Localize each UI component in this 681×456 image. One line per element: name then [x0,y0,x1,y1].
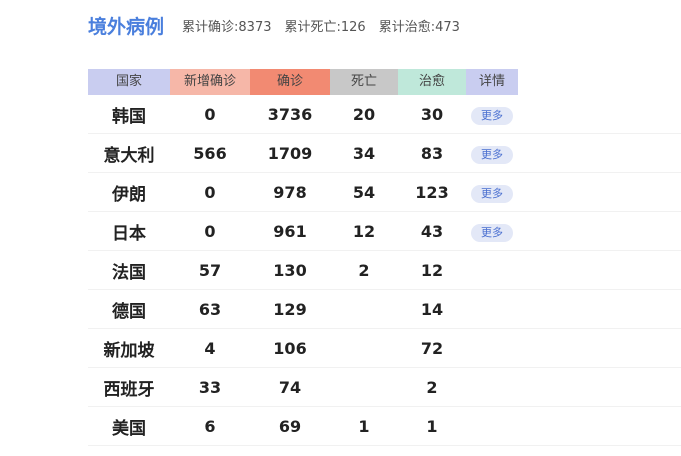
new-confirmed-cell: 6 [204,416,216,436]
country-cell: 伊朗 [112,184,146,205]
deaths-cell: 34 [352,143,376,163]
details-cell: 更多 [466,182,518,203]
overseas-header: 境外病例 累计确诊:8373 累计死亡:126 累计治愈:473 [88,10,473,40]
deaths-cell: 20 [352,104,376,124]
table-row: 法国 57 130 2 12 [88,251,681,290]
confirmed-cell: 1709 [267,143,313,163]
deaths-cell: 12 [352,221,376,241]
more-button[interactable]: 更多 [471,145,513,164]
table-row: 西班牙 33 74 2 [88,368,681,407]
table-row: 美国 6 69 1 1 [88,407,681,446]
table-row: 德国 63 129 14 [88,290,681,329]
country-cell: 新加坡 [103,340,155,361]
stat-label: 累计确诊: [182,19,239,35]
more-button[interactable]: 更多 [471,106,513,125]
country-cell: 日本 [112,223,146,244]
column-header-country: 国家 [88,69,170,95]
new-confirmed-cell: 63 [198,299,222,319]
stat-value: 473 [435,19,460,35]
country-cell: 意大利 [103,145,155,166]
cured-cell: 14 [420,299,444,319]
table-header: 国家 新增确诊 确诊 死亡 治愈 详情 [88,69,681,95]
table-row: 意大利 566 1709 34 83 更多 [88,134,681,173]
stat-label: 累计死亡: [284,19,341,35]
new-confirmed-cell: 0 [204,182,216,202]
new-confirmed-cell: 0 [204,221,216,241]
deaths-cell: 1 [358,416,370,436]
column-header-details: 详情 [466,69,518,95]
confirmed-cell: 3736 [267,104,313,124]
stat-value: 8373 [238,19,272,35]
confirmed-cell: 129 [273,299,307,319]
country-cell: 美国 [112,418,146,439]
table-row: 新加坡 4 106 72 [88,329,681,368]
details-cell: 更多 [466,104,518,125]
confirmed-cell: 961 [273,221,307,241]
cured-cell: 43 [420,221,444,241]
stat-total-cured: 累计治愈:473 [379,16,460,35]
new-confirmed-cell: 33 [198,377,222,397]
country-cell: 西班牙 [103,379,155,400]
new-confirmed-cell: 4 [204,338,216,358]
confirmed-cell: 69 [278,416,302,436]
cured-cell: 2 [426,377,438,397]
more-button[interactable]: 更多 [471,184,513,203]
cured-cell: 123 [415,182,449,202]
stat-total-deaths: 累计死亡:126 [285,16,366,35]
confirmed-cell: 74 [278,377,302,397]
page-title: 境外病例 [88,15,165,38]
table-row: 韩国 0 3736 20 30 更多 [88,95,681,134]
cured-cell: 1 [426,416,438,436]
column-header-confirmed: 确诊 [250,69,330,95]
cured-cell: 72 [420,338,444,358]
details-cell: 更多 [466,221,518,242]
deaths-cell: 54 [352,182,376,202]
new-confirmed-cell: 0 [204,104,216,124]
column-header-cured: 治愈 [398,69,466,95]
deaths-cell: 2 [358,260,370,280]
table-body: 韩国 0 3736 20 30 更多 意大利 566 1709 34 83 更多 伊朗 0 978 54 123… [88,95,681,446]
more-button[interactable]: 更多 [471,223,513,242]
table-row: 日本 0 961 12 43 更多 [88,212,681,251]
cured-cell: 83 [420,143,444,163]
stat-total-confirmed: 累计确诊:8373 [182,16,271,35]
details-cell: 更多 [466,143,518,164]
column-header-new-confirmed: 新增确诊 [170,69,250,95]
column-header-deaths: 死亡 [330,69,398,95]
table-row: 伊朗 0 978 54 123 更多 [88,173,681,212]
page: 境外病例 累计确诊:8373 累计死亡:126 累计治愈:473 国家 新增确诊… [0,0,681,456]
cured-cell: 12 [420,260,444,280]
stat-value: 126 [340,19,366,35]
new-confirmed-cell: 57 [198,260,222,280]
country-cell: 韩国 [112,106,146,127]
overseas-cases-table: 国家 新增确诊 确诊 死亡 治愈 详情 韩国 0 3736 20 30 更多 意大利 566 1… [88,69,681,446]
country-cell: 法国 [112,262,146,283]
confirmed-cell: 106 [273,338,307,358]
cured-cell: 30 [420,104,444,124]
stat-label: 累计治愈: [378,19,436,35]
country-cell: 德国 [112,301,146,322]
confirmed-cell: 130 [273,260,307,280]
confirmed-cell: 978 [273,182,307,202]
new-confirmed-cell: 566 [193,143,227,163]
